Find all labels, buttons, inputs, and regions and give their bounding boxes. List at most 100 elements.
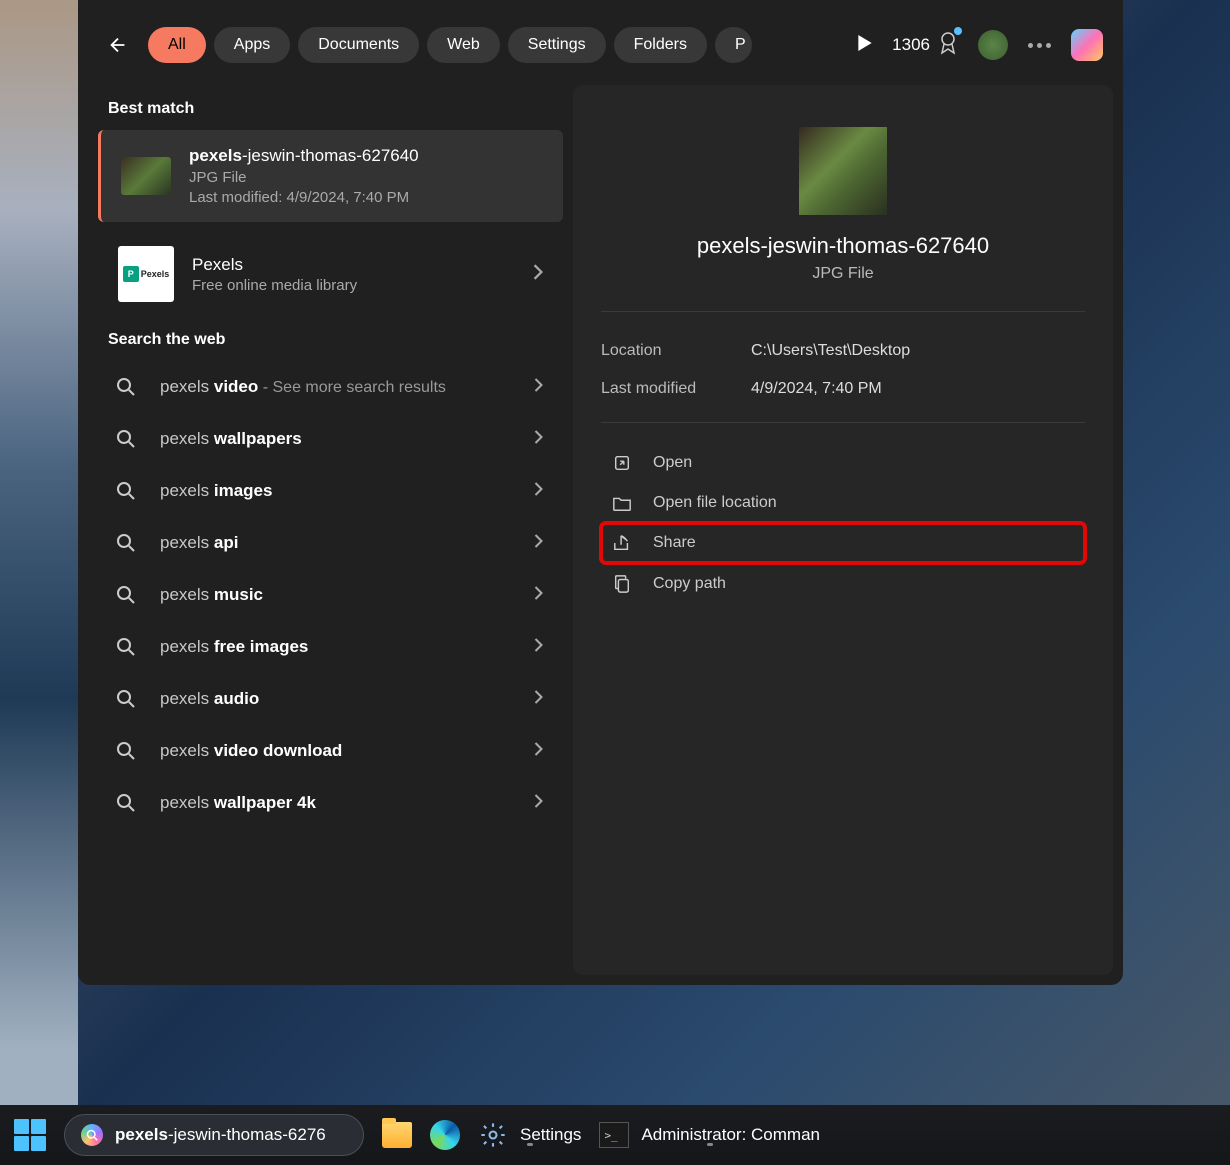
filter-pills: All Apps Documents Web Settings Folders …	[148, 27, 838, 63]
user-avatar[interactable]	[978, 30, 1008, 60]
taskbar-search[interactable]: pexels-jeswin-thomas-6276	[64, 1114, 364, 1156]
pexels-text: Pexels Free online media library	[192, 255, 357, 294]
chevron-right-icon	[534, 742, 543, 761]
copilot-icon[interactable]	[1071, 29, 1103, 61]
filter-documents[interactable]: Documents	[298, 27, 419, 63]
pexels-icon: PPexels	[118, 246, 174, 302]
search-text: pexels-jeswin-thomas-6276	[115, 1125, 326, 1145]
web-result-text: pexels audio	[160, 689, 512, 709]
chevron-right-icon	[534, 690, 543, 709]
edge-icon	[430, 1120, 460, 1150]
search-icon	[114, 793, 138, 813]
search-icon	[114, 637, 138, 657]
location-row: Location C:\Users\Test\Desktop	[601, 332, 1085, 370]
preview-thumbnail	[799, 127, 887, 215]
chevron-right-icon	[534, 794, 543, 813]
medal-icon	[938, 31, 958, 60]
actions-list: Open Open file location Share	[601, 443, 1085, 605]
filter-folders[interactable]: Folders	[614, 27, 707, 63]
chevron-right-icon	[534, 482, 543, 501]
action-share-label: Share	[653, 534, 696, 552]
search-header: All Apps Documents Web Settings Folders …	[78, 0, 1123, 85]
chevron-right-icon	[533, 264, 543, 285]
copy-icon	[611, 574, 633, 594]
results-column: Best match pexels-jeswin-thomas-627640 J…	[78, 85, 573, 985]
web-results-list: pexels video - See more search results p…	[98, 361, 563, 829]
back-button[interactable]	[98, 25, 138, 65]
more-options-icon[interactable]	[1028, 43, 1051, 48]
result-text: pexels-jeswin-thomas-627640 JPG File Las…	[189, 146, 419, 206]
action-copy-path-label: Copy path	[653, 575, 726, 593]
search-icon	[114, 533, 138, 553]
folder-icon	[382, 1122, 412, 1148]
web-result-3[interactable]: pexels api	[98, 517, 563, 569]
open-icon	[611, 454, 633, 472]
filter-all[interactable]: All	[148, 27, 206, 63]
location-value: C:\Users\Test\Desktop	[751, 342, 910, 360]
web-result-2[interactable]: pexels images	[98, 465, 563, 517]
pexels-title: Pexels	[192, 255, 357, 275]
preview-title: pexels-jeswin-thomas-627640	[601, 233, 1085, 259]
divider	[601, 311, 1085, 312]
filter-settings[interactable]: Settings	[508, 27, 606, 63]
start-button[interactable]	[14, 1119, 46, 1151]
folder-icon	[611, 494, 633, 512]
filter-apps[interactable]: Apps	[214, 27, 290, 63]
search-icon	[114, 481, 138, 501]
search-icon	[114, 689, 138, 709]
web-result-4[interactable]: pexels music	[98, 569, 563, 621]
points-value: 1306	[892, 35, 930, 55]
taskbar-settings[interactable]: Settings	[478, 1120, 581, 1150]
action-share[interactable]: Share	[601, 523, 1085, 563]
web-result-text: pexels video download	[160, 741, 512, 761]
cmd-icon: >_	[599, 1122, 629, 1148]
web-result-text: pexels wallpapers	[160, 429, 512, 449]
share-icon	[611, 534, 633, 552]
web-result-5[interactable]: pexels free images	[98, 621, 563, 673]
header-right: 1306	[858, 29, 1103, 61]
search-icon	[114, 585, 138, 605]
search-icon	[114, 377, 138, 397]
location-label: Location	[601, 342, 751, 360]
filter-web[interactable]: Web	[427, 27, 500, 63]
web-result-7[interactable]: pexels video download	[98, 725, 563, 777]
search-panel: All Apps Documents Web Settings Folders …	[78, 0, 1123, 985]
result-title: pexels-jeswin-thomas-627640	[189, 146, 419, 166]
action-open[interactable]: Open	[601, 443, 1085, 483]
action-copy-path[interactable]: Copy path	[601, 563, 1085, 605]
preview-type: JPG File	[601, 265, 1085, 283]
search-icon	[114, 429, 138, 449]
scroll-right-icon[interactable]	[858, 35, 872, 56]
result-modified: Last modified: 4/9/2024, 7:40 PM	[189, 189, 419, 206]
search-web-label: Search the web	[98, 316, 563, 361]
result-thumbnail	[121, 157, 171, 195]
taskbar-cmd[interactable]: >_ Administrator: Comman	[599, 1120, 820, 1150]
gear-icon	[479, 1121, 507, 1149]
pexels-result[interactable]: PPexels Pexels Free online media library	[98, 232, 563, 316]
action-open-location-label: Open file location	[653, 494, 777, 512]
web-result-0[interactable]: pexels video - See more search results	[98, 361, 563, 413]
taskbar-cmd-label: Administrator: Comman	[641, 1125, 820, 1145]
best-match-result[interactable]: pexels-jeswin-thomas-627640 JPG File Las…	[98, 130, 563, 222]
web-result-1[interactable]: pexels wallpapers	[98, 413, 563, 465]
taskbar-explorer[interactable]	[382, 1120, 412, 1150]
action-open-location[interactable]: Open file location	[601, 483, 1085, 523]
web-result-text: pexels video - See more search results	[160, 377, 512, 397]
filter-more[interactable]: P	[715, 27, 752, 63]
chevron-right-icon	[534, 638, 543, 657]
web-result-text: pexels images	[160, 481, 512, 501]
chevron-right-icon	[534, 430, 543, 449]
taskbar: pexels-jeswin-thomas-6276 Settings >_ Ad…	[0, 1105, 1230, 1165]
web-result-8[interactable]: pexels wallpaper 4k	[98, 777, 563, 829]
web-result-6[interactable]: pexels audio	[98, 673, 563, 725]
modified-value: 4/9/2024, 7:40 PM	[751, 380, 882, 398]
taskbar-edge[interactable]	[430, 1120, 460, 1150]
web-result-text: pexels api	[160, 533, 512, 553]
rewards-points[interactable]: 1306	[892, 31, 958, 60]
desktop-strip	[0, 0, 78, 1165]
modified-row: Last modified 4/9/2024, 7:40 PM	[601, 370, 1085, 408]
chevron-right-icon	[534, 534, 543, 553]
pexels-subtitle: Free online media library	[192, 277, 357, 294]
search-icon	[81, 1124, 103, 1146]
preview-pane: pexels-jeswin-thomas-627640 JPG File Loc…	[573, 85, 1113, 975]
